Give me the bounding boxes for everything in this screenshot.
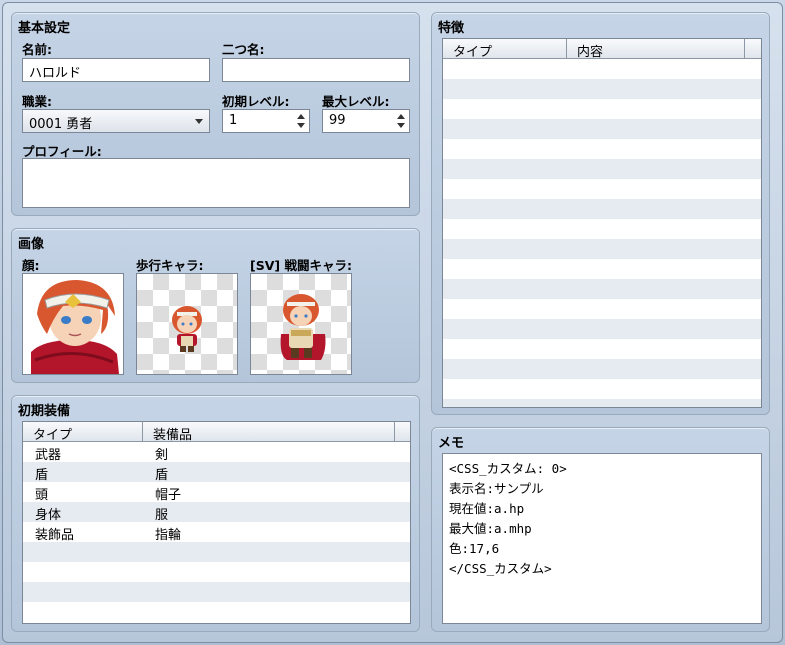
table-row[interactable] (443, 319, 761, 339)
memo-line: 現在値:a.hp (449, 501, 525, 516)
nickname-field[interactable] (222, 58, 410, 82)
max-level-value: 99 (329, 113, 346, 128)
initial-level-stepper[interactable]: 1 (222, 109, 310, 133)
table-row[interactable] (443, 119, 761, 139)
profile-textarea[interactable] (22, 158, 410, 208)
stepper-down-icon[interactable] (297, 123, 305, 128)
table-row[interactable]: 装飾品 指輪 (23, 522, 410, 543)
table-row[interactable] (443, 99, 761, 119)
max-level-stepper[interactable]: 99 (322, 109, 410, 133)
table-row[interactable] (23, 542, 410, 562)
memo-line: </CSS_カスタム> (449, 561, 552, 576)
memo-line: 最大値:a.mhp (449, 521, 532, 536)
equipment-title: 初期装備 (18, 404, 71, 419)
max-level-label: 最大レベル: (322, 94, 390, 109)
memo-textarea[interactable]: <CSS_カスタム: 0> 表示名:サンプル 現在値:a.hp 最大値:a.mh… (442, 453, 762, 624)
battler-image[interactable] (250, 273, 352, 375)
name-field[interactable]: ハロルド (22, 58, 210, 82)
class-label: 職業: (22, 94, 52, 109)
table-row[interactable] (443, 219, 761, 239)
memo-title: メモ (438, 436, 465, 451)
memo-group: メモ <CSS_カスタム: 0> 表示名:サンプル 現在値:a.hp 最大値:a… (431, 427, 770, 632)
equipment-type-cell: 盾 (35, 468, 49, 483)
table-row[interactable] (443, 259, 761, 279)
equipment-type-cell: 身体 (35, 508, 62, 523)
equipment-item-cell: 服 (155, 508, 169, 523)
table-row[interactable]: 盾盾 (23, 462, 410, 483)
memo-line: 表示名:サンプル (449, 481, 544, 496)
chevron-down-icon (195, 119, 203, 124)
equipment-group: 初期装備 タイプ 装備品 武器剣 盾盾 頭帽子 身体服 装飾品 指輪 (11, 395, 420, 632)
walking-sprite (172, 306, 202, 352)
traits-title: 特徴 (438, 21, 465, 36)
column-header-equipment[interactable]: 装備品 (143, 422, 395, 443)
column-header-content[interactable]: 内容 (567, 39, 745, 60)
table-row[interactable] (443, 239, 761, 259)
table-row[interactable] (443, 179, 761, 199)
table-row[interactable] (443, 139, 761, 159)
stepper-up-icon[interactable] (397, 114, 405, 119)
memo-line: <CSS_カスタム: 0> (449, 461, 567, 476)
equipment-item-cell: 剣 (155, 448, 169, 463)
table-row[interactable] (443, 199, 761, 219)
table-row[interactable] (443, 159, 761, 179)
battler-sprite (280, 294, 326, 360)
equipment-table-header: タイプ 装備品 (23, 422, 410, 443)
table-row[interactable] (443, 59, 761, 79)
column-header-type[interactable]: タイプ (443, 39, 567, 60)
battler-label: [SV] 戦闘キャラ: (250, 258, 352, 273)
table-row[interactable] (443, 339, 761, 359)
equipment-type-cell: 装飾品 (35, 528, 75, 543)
initial-level-value: 1 (229, 113, 238, 128)
table-row[interactable] (443, 379, 761, 399)
table-row[interactable] (23, 562, 410, 582)
equipment-item-cell: 盾 (155, 468, 169, 483)
equipment-item-cell: 帽子 (155, 488, 182, 503)
traits-group: 特徴 タイプ 内容 (431, 12, 770, 415)
memo-line: 色:17,6 (449, 541, 500, 556)
table-row[interactable]: 頭 帽子 (23, 482, 410, 503)
images-group: 画像 顔: 歩行キャラ: [SV] 戦闘キャラ: (11, 228, 420, 383)
images-title: 画像 (18, 237, 45, 252)
equipment-type-cell: 武器 (35, 448, 62, 463)
name-label: 名前: (22, 42, 52, 57)
nickname-label: 二つ名: (222, 42, 265, 57)
equipment-type-cell: 頭 (35, 488, 49, 503)
table-row[interactable] (443, 359, 761, 379)
table-row[interactable] (443, 299, 761, 319)
stepper-down-icon[interactable] (397, 123, 405, 128)
table-row[interactable] (443, 79, 761, 99)
equipment-item-cell: 指輪 (155, 528, 182, 543)
class-select-value: 0001 勇者 (29, 117, 93, 132)
stepper-up-icon[interactable] (297, 114, 305, 119)
basic-settings-title: 基本設定 (18, 21, 71, 36)
column-header-type[interactable]: タイプ (23, 422, 143, 443)
traits-table-header: タイプ 内容 (443, 39, 761, 60)
traits-table[interactable]: タイプ 内容 (442, 38, 762, 408)
table-row[interactable] (23, 582, 410, 602)
table-row[interactable] (443, 399, 761, 407)
class-select[interactable]: 0001 勇者 (22, 109, 210, 133)
table-row[interactable] (23, 602, 410, 622)
initial-level-label: 初期レベル: (222, 94, 290, 109)
face-label: 顔: (22, 258, 40, 273)
character-label: 歩行キャラ: (136, 258, 204, 273)
table-row[interactable]: 武器 剣 (23, 442, 410, 463)
character-image[interactable] (136, 273, 238, 375)
hero-face-portrait (23, 274, 123, 374)
face-image[interactable] (22, 273, 124, 375)
equipment-table[interactable]: タイプ 装備品 武器剣 盾盾 頭帽子 身体服 装飾品 指輪 (22, 421, 411, 624)
table-row[interactable] (443, 279, 761, 299)
traits-rows (443, 59, 761, 407)
equipment-rows: 武器剣 盾盾 頭帽子 身体服 装飾品 指輪 (23, 442, 410, 622)
basic-settings-group: 基本設定 名前: ハロルド 二つ名: 職業: 0001 勇者 初期レベル: 1 … (11, 12, 420, 216)
table-row[interactable]: 身体 服 (23, 502, 410, 523)
